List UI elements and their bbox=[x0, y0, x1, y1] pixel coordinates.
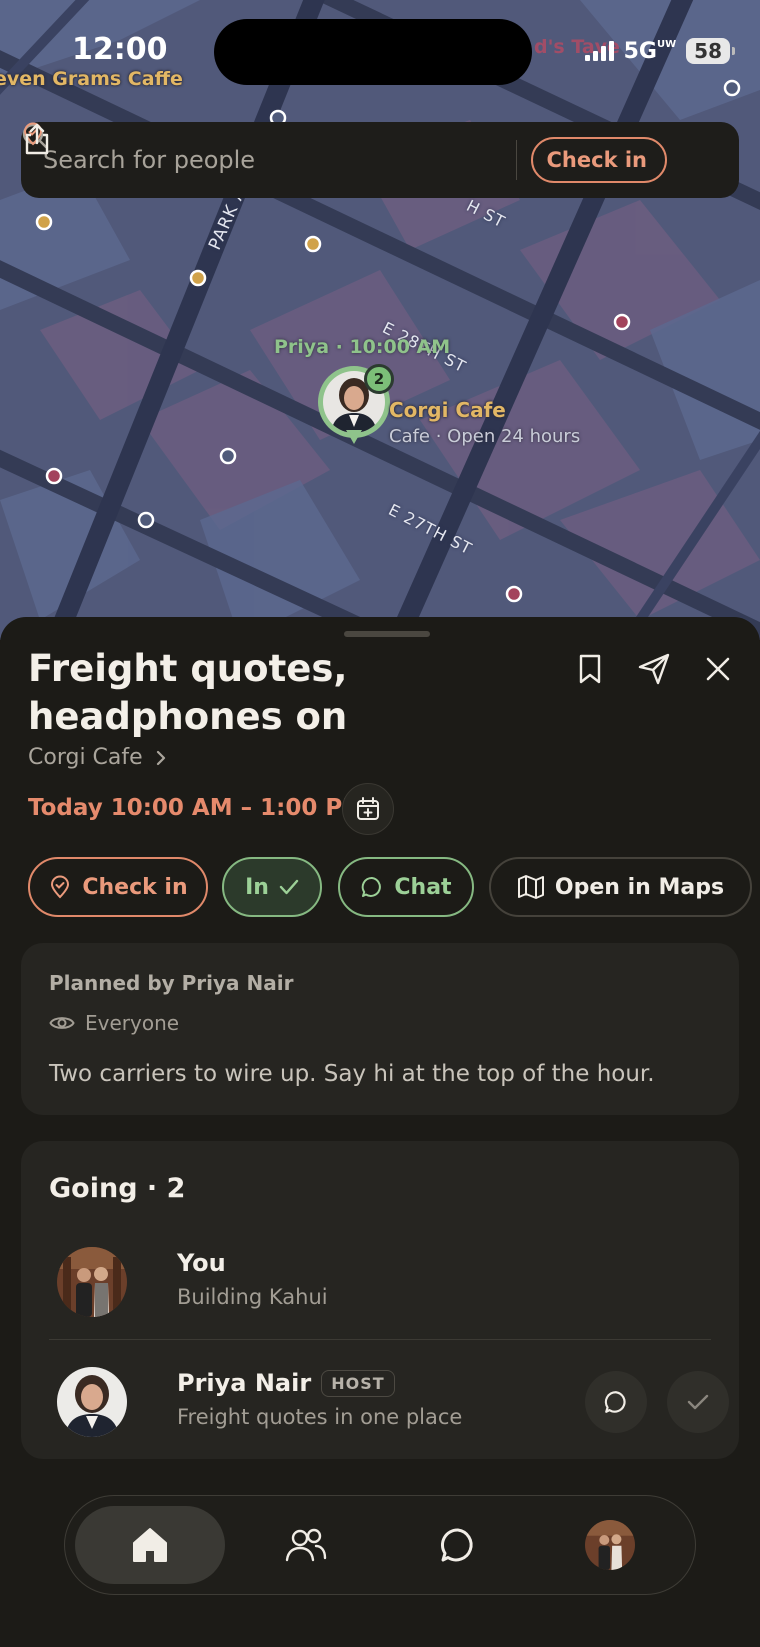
marker-tail bbox=[346, 430, 362, 444]
send-button[interactable] bbox=[634, 649, 674, 689]
venue-name: Corgi Cafe bbox=[28, 745, 143, 770]
avatar bbox=[57, 1367, 127, 1437]
going-count-title: Going · 2 bbox=[49, 1173, 186, 1204]
attendee-divider bbox=[49, 1339, 711, 1340]
search-divider bbox=[515, 140, 517, 180]
map-view[interactable]: PARK AVE S E 28TH ST E 27TH ST H ST even… bbox=[0, 0, 760, 640]
close-icon bbox=[706, 657, 730, 681]
attendee-name: Priya Nair HOST bbox=[177, 1369, 395, 1397]
planned-by-text: Planned by Priya Nair bbox=[49, 971, 294, 995]
attendee-name: You bbox=[177, 1249, 226, 1277]
attendee-row-you[interactable]: You Building Kahui bbox=[49, 1237, 711, 1327]
open-in-maps-button[interactable]: Open in Maps bbox=[489, 857, 752, 917]
share-icon bbox=[25, 123, 49, 155]
bookmark-button[interactable] bbox=[570, 649, 610, 689]
attendees-card: Going · 2 You Building Kahui Priya Nair … bbox=[21, 1141, 739, 1459]
avatar bbox=[57, 1247, 127, 1317]
check-in-label: Check in bbox=[546, 148, 647, 172]
event-sheet: Freight quotes, headphones on Corgi Cafe… bbox=[0, 617, 760, 1647]
rsvp-in-label: In bbox=[245, 874, 269, 900]
profile-avatar bbox=[585, 1520, 635, 1570]
search-bar: Check in bbox=[21, 122, 739, 198]
event-time: Today 10:00 AM – 1:00 PM bbox=[28, 795, 366, 821]
close-button[interactable] bbox=[698, 649, 738, 689]
bottom-tab-bar bbox=[64, 1495, 696, 1595]
event-title: Freight quotes, headphones on bbox=[28, 647, 348, 738]
message-attendee-button[interactable] bbox=[585, 1371, 647, 1433]
chat-bubble-icon bbox=[604, 1391, 626, 1413]
check-in-action-button[interactable]: Check in bbox=[28, 857, 208, 917]
network-suffix: UW bbox=[657, 38, 677, 50]
dynamic-island bbox=[214, 19, 532, 85]
attendee-name-text: Priya Nair bbox=[177, 1369, 312, 1397]
check-in-button[interactable]: Check in bbox=[23, 122, 667, 183]
checkmark-icon bbox=[687, 1394, 709, 1410]
check-in-action-label: Check in bbox=[82, 874, 188, 900]
visibility-label: Everyone bbox=[85, 1011, 180, 1035]
map-icon bbox=[517, 875, 544, 899]
checkin-marker[interactable]: 2 bbox=[318, 364, 394, 456]
attendee-name-text: You bbox=[177, 1249, 226, 1277]
chevron-right-icon bbox=[156, 750, 165, 765]
visibility-row: Everyone bbox=[49, 1011, 179, 1035]
host-badge: HOST bbox=[321, 1369, 395, 1397]
chat-icon bbox=[440, 1528, 473, 1562]
chat-bubble-icon bbox=[362, 876, 382, 897]
event-description: Two carriers to wire up. Say hi at the t… bbox=[49, 1061, 655, 1087]
confirm-attendee-button[interactable] bbox=[667, 1371, 729, 1433]
people-icon bbox=[285, 1528, 327, 1562]
poi-label-corner[interactable]: even Grams Caffe bbox=[0, 68, 183, 90]
place-subtitle-label: Cafe · Open 24 hours bbox=[389, 426, 581, 447]
status-time: 12:00 bbox=[72, 32, 168, 67]
status-indicators: 5GUW 58 bbox=[584, 38, 735, 64]
network-indicator: 5GUW bbox=[624, 39, 677, 64]
calendar-add-icon bbox=[357, 797, 379, 820]
open-in-maps-label: Open in Maps bbox=[554, 874, 725, 900]
tab-home[interactable] bbox=[75, 1506, 225, 1584]
tab-profile[interactable] bbox=[535, 1506, 685, 1584]
search-input[interactable] bbox=[43, 146, 502, 174]
battery-indicator: 58 bbox=[686, 38, 735, 64]
sheet-grabber[interactable] bbox=[344, 631, 430, 637]
bookmark-icon bbox=[579, 654, 601, 684]
map-base bbox=[0, 0, 760, 640]
checkmark-icon bbox=[279, 879, 299, 895]
home-icon bbox=[133, 1528, 167, 1562]
checkin-label: Priya · 10:00 AM bbox=[274, 336, 451, 358]
place-name-label[interactable]: Corgi Cafe bbox=[389, 398, 506, 422]
rsvp-in-button[interactable]: In bbox=[222, 857, 322, 917]
tab-chat[interactable] bbox=[383, 1506, 533, 1584]
tab-people[interactable] bbox=[231, 1506, 381, 1584]
venue-link[interactable]: Corgi Cafe bbox=[28, 745, 167, 770]
chat-action-label: Chat bbox=[394, 874, 452, 900]
marker-count-badge: 2 bbox=[364, 364, 394, 394]
network-label: 5G bbox=[623, 38, 657, 64]
attendee-row-priya[interactable]: Priya Nair HOST Freight quotes in one pl… bbox=[49, 1357, 729, 1447]
attendee-subtitle: Building Kahui bbox=[177, 1285, 328, 1309]
add-to-calendar-button[interactable] bbox=[342, 783, 394, 835]
attendee-subtitle: Freight quotes in one place bbox=[177, 1405, 463, 1429]
share-button[interactable] bbox=[25, 123, 723, 182]
signal-icon bbox=[584, 41, 614, 61]
eye-icon bbox=[49, 1017, 75, 1029]
send-icon bbox=[638, 653, 670, 685]
plan-details-card: Planned by Priya Nair Everyone Two carri… bbox=[21, 943, 739, 1115]
location-check-icon bbox=[51, 875, 70, 899]
chat-action-button[interactable]: Chat bbox=[338, 857, 474, 917]
